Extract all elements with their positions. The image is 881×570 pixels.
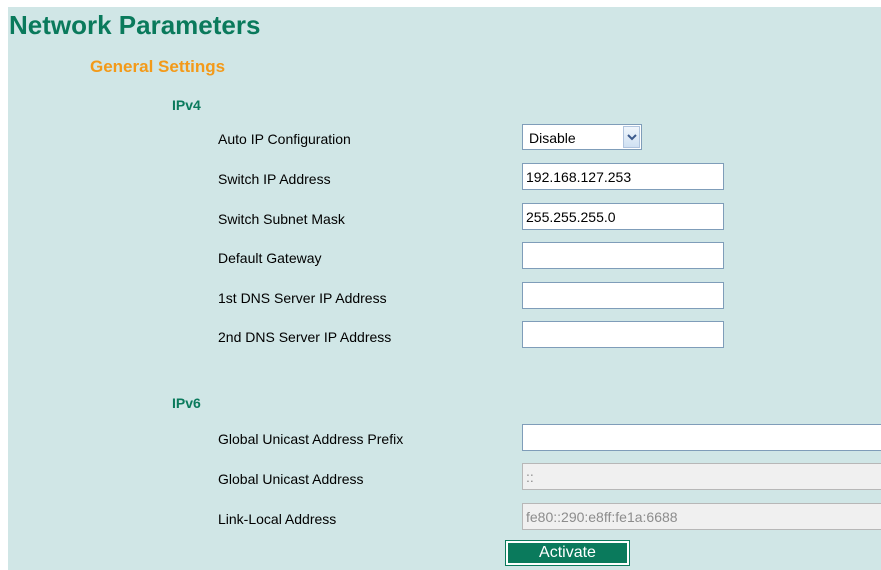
subnet-mask-label: Switch Subnet Mask — [218, 211, 345, 227]
global-address-input — [522, 463, 881, 490]
dns1-input[interactable] — [522, 282, 724, 309]
switch-ip-input[interactable] — [522, 163, 724, 190]
ipv4-heading: IPv4 — [172, 97, 201, 113]
dns2-input[interactable] — [522, 321, 724, 348]
activate-button[interactable]: Activate — [505, 540, 630, 566]
subnet-mask-input[interactable] — [522, 203, 724, 230]
global-prefix-label: Global Unicast Address Prefix — [218, 431, 404, 447]
auto-ip-label: Auto IP Configuration — [218, 131, 351, 147]
switch-ip-label: Switch IP Address — [218, 171, 331, 187]
dns2-label: 2nd DNS Server IP Address — [218, 329, 392, 345]
link-local-label: Link-Local Address — [218, 511, 337, 527]
default-gateway-label: Default Gateway — [218, 250, 322, 266]
dns1-label: 1st DNS Server IP Address — [218, 290, 387, 306]
link-local-input — [522, 503, 881, 530]
chevron-down-icon[interactable] — [623, 126, 640, 148]
auto-ip-select-value: Disable — [529, 130, 576, 146]
general-settings-heading: General Settings — [90, 57, 226, 76]
page-title: Network Parameters — [9, 10, 261, 40]
auto-ip-select[interactable]: Disable — [522, 124, 642, 150]
global-prefix-input[interactable] — [522, 424, 881, 451]
ipv6-heading: IPv6 — [172, 395, 201, 411]
default-gateway-input[interactable] — [522, 242, 724, 269]
global-address-label: Global Unicast Address — [218, 471, 364, 487]
